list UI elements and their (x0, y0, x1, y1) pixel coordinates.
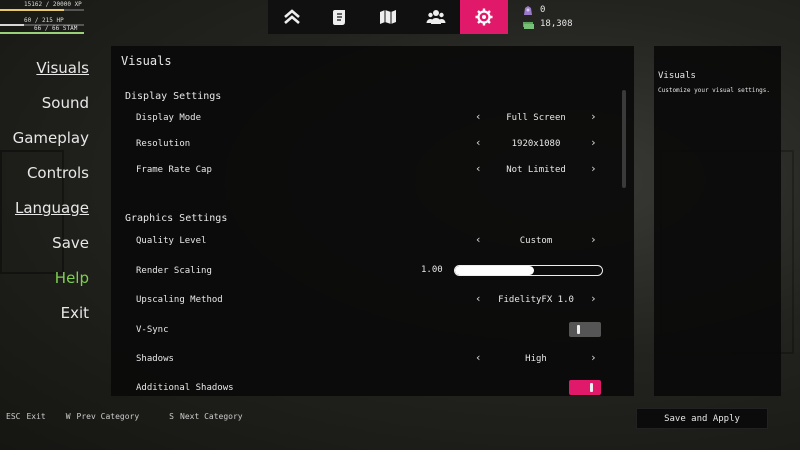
resolution-value: 1920x1080 (511, 139, 561, 149)
frame-rate-cap-label: Frame Rate Cap (136, 165, 212, 175)
additional-shadows-label: Additional Shadows (136, 383, 234, 393)
info-panel: Visuals Customize your visual settings. (654, 46, 781, 396)
settings-panel: Visuals Display Settings Display Mode ‹ … (111, 46, 634, 396)
menu-controls[interactable]: Controls (13, 163, 89, 198)
w-key: W (65, 412, 71, 421)
hint-prev-category[interactable]: W Prev Category (66, 412, 139, 421)
info-title: Visuals (658, 71, 696, 81)
map-icon (380, 10, 396, 24)
xp-text: 15162 / 20000 XP (24, 1, 82, 8)
vsync-label: V-Sync (136, 325, 169, 335)
resolution-next-button[interactable]: › (590, 136, 597, 149)
quality-level-label: Quality Level (136, 236, 207, 246)
xp-bar (0, 9, 84, 11)
upscaling-method-value: FidelityFX 1.0 (498, 295, 574, 305)
menu-gameplay[interactable]: Gameplay (13, 128, 89, 163)
s-label: Next Category (180, 412, 243, 421)
frame-rate-cap-value: Not Limited (506, 165, 566, 175)
tab-social[interactable] (412, 0, 460, 34)
additional-shadows-toggle[interactable] (569, 380, 601, 395)
vsync-toggle-knob (577, 325, 580, 334)
frame-rate-cap-next-button[interactable]: › (590, 162, 597, 175)
people-icon (426, 10, 446, 24)
display-mode-next-button[interactable]: › (590, 110, 597, 123)
panel-scrollbar[interactable] (622, 90, 626, 188)
render-scaling-value: 1.00 (421, 265, 443, 275)
currency-display: 0 18,308 (522, 3, 573, 31)
graphics-settings-heading: Graphics Settings (125, 213, 228, 224)
menu-save[interactable]: Save (13, 233, 89, 268)
scroll-icon (333, 10, 345, 25)
tab-map[interactable] (364, 0, 412, 34)
save-and-apply-button[interactable]: Save and Apply (636, 408, 768, 429)
top-nav (268, 0, 508, 34)
category-menu: Visuals Sound Gameplay Controls Language… (13, 58, 89, 338)
w-label: Prev Category (76, 412, 140, 421)
tab-quests[interactable] (316, 0, 364, 34)
shadows-label: Shadows (136, 354, 174, 364)
upscaling-method-next-button[interactable]: › (590, 292, 597, 305)
additional-shadows-toggle-knob (590, 383, 593, 392)
resolution-label: Resolution (136, 139, 191, 149)
display-settings-heading: Display Settings (125, 91, 222, 102)
info-description: Customize your visual settings. (658, 87, 770, 94)
render-scaling-slider[interactable] (454, 265, 603, 276)
stam-bar (0, 32, 84, 34)
render-scaling-fill (455, 266, 535, 275)
keybind-hints: ESC Exit W Prev Category S Next Category (6, 412, 243, 421)
hint-exit[interactable]: ESC Exit (6, 412, 46, 421)
tab-rank[interactable] (268, 0, 316, 34)
quality-level-next-button[interactable]: › (590, 233, 597, 246)
display-mode-value: Full Screen (506, 113, 566, 123)
upscaling-method-label: Upscaling Method (136, 295, 223, 305)
cash-amount: 18,308 (540, 19, 573, 29)
menu-visuals[interactable]: Visuals (13, 58, 89, 93)
token-icon (524, 5, 532, 15)
menu-sound[interactable]: Sound (13, 93, 89, 128)
menu-help[interactable]: Help (13, 268, 89, 303)
shadows-next-button[interactable]: › (590, 351, 597, 364)
menu-language[interactable]: Language (13, 198, 89, 233)
render-scaling-label: Render Scaling (136, 266, 212, 276)
esc-label: Exit (26, 412, 46, 421)
hint-next-category[interactable]: S Next Category (169, 412, 242, 421)
vsync-toggle[interactable] (569, 322, 601, 337)
shadows-value: High (525, 354, 547, 364)
token-count: 0 (540, 5, 546, 15)
panel-title: Visuals (121, 54, 172, 68)
quality-level-value: Custom (519, 236, 553, 246)
gear-icon (475, 8, 493, 26)
display-mode-label: Display Mode (136, 113, 202, 123)
cash-icon (523, 21, 534, 29)
s-key: S (169, 412, 174, 421)
stam-text: 66 / 66 STAM (34, 25, 78, 32)
rank-chevrons-icon (284, 9, 300, 24)
esc-key: ESC (6, 412, 21, 421)
tab-settings[interactable] (460, 0, 508, 34)
hp-text: 60 / 215 HP (24, 17, 64, 24)
menu-exit[interactable]: Exit (13, 303, 89, 338)
